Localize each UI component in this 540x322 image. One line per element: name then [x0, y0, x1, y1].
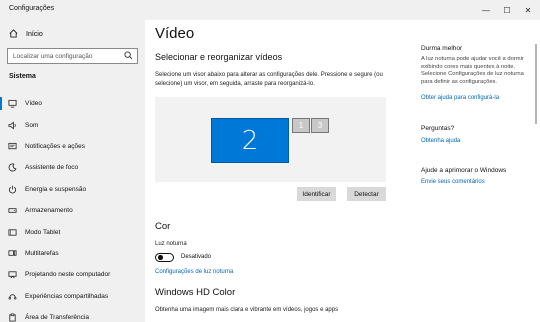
focus-moon-icon [8, 163, 17, 172]
search-icon [124, 51, 133, 62]
notifications-icon [8, 142, 17, 151]
sidebar-item-multitasking[interactable]: Multitarefas [0, 243, 145, 264]
sidebar-item-label: Assistente de foco [25, 164, 79, 172]
title-bar: Configurações — ☐ ✕ [0, 0, 540, 20]
speaker-icon [8, 121, 17, 130]
window-title: Configurações [9, 5, 55, 12]
sidebar-item-label: Área de Transferência [25, 314, 89, 322]
toggle-knob [158, 255, 163, 260]
sidebar-item-label: Experiências compartilhadas [25, 292, 109, 300]
shared-icon [8, 292, 17, 301]
sidebar-item-label: Som [25, 121, 39, 129]
night-light-state: Desativado [181, 254, 212, 260]
display-1-tile[interactable]: 1 [292, 118, 310, 133]
sidebar: Início Localizar uma configuração Sistem… [0, 20, 145, 322]
nav-list: Vídeo Som Notificações e ações Assistent… [0, 93, 145, 322]
sidebar-item-projecting[interactable]: Projetando neste computador [0, 264, 145, 285]
storage-icon [8, 206, 17, 215]
get-help-link[interactable]: Obtenha ajuda [421, 138, 460, 144]
detect-button[interactable]: Detectar [347, 187, 386, 201]
search-input[interactable]: Localizar uma configuração [7, 48, 138, 64]
section-title: Sistema [9, 73, 36, 80]
scrollbar-thumb[interactable] [535, 44, 537, 124]
sidebar-item-notifications[interactable]: Notificações e ações [0, 136, 145, 157]
sidebar-item-tablet-mode[interactable]: Modo Tablet [0, 221, 145, 242]
multitask-icon [8, 249, 17, 258]
display-arrangement-area[interactable]: 2 1 3 [155, 97, 386, 182]
home-link[interactable]: Início [9, 29, 43, 40]
sidebar-item-label: Notificações e ações [25, 142, 85, 150]
arrange-displays-heading: Selecionar e reorganizar vídeos [155, 52, 283, 62]
display-3-tile[interactable]: 3 [311, 118, 329, 133]
sleep-text: A luz noturna pode ajudar você a dormir … [421, 56, 524, 85]
page-title: Vídeo [155, 25, 195, 42]
tablet-icon [8, 228, 17, 237]
sidebar-item-shared-experiences[interactable]: Experiências compartilhadas [0, 286, 145, 307]
setup-help-link[interactable]: Obter ajuda para configurá-la [421, 95, 499, 101]
minimize-button[interactable]: — [477, 0, 495, 20]
clipboard-icon [8, 313, 17, 322]
home-icon [9, 29, 18, 40]
color-heading: Cor [155, 221, 171, 232]
arrange-displays-description: Selecione um visor abaixo para alterar a… [155, 72, 383, 87]
scrollbar[interactable] [532, 20, 540, 322]
night-light-toggle[interactable] [155, 253, 174, 262]
display-2-tile[interactable]: 2 [211, 118, 289, 163]
home-label: Início [26, 31, 43, 38]
sleep-heading: Durma melhor [421, 45, 463, 52]
sidebar-item-label: Modo Tablet [25, 228, 61, 236]
maximize-button[interactable]: ☐ [498, 0, 516, 20]
sidebar-item-video[interactable]: Vídeo [0, 93, 145, 114]
feedback-link[interactable]: Envie seus comentários [421, 179, 485, 185]
sidebar-item-label: Armazenamento [25, 207, 73, 215]
power-icon [8, 185, 17, 194]
sidebar-item-sound[interactable]: Som [0, 114, 145, 135]
sidebar-item-power[interactable]: Energia e suspensão [0, 179, 145, 200]
search-placeholder: Localizar uma configuração [13, 52, 93, 60]
sidebar-item-storage[interactable]: Armazenamento [0, 200, 145, 221]
sidebar-item-focus-assist[interactable]: Assistente de foco [0, 157, 145, 178]
night-light-label: Luz noturna [155, 241, 187, 247]
improve-windows-heading: Ajude a aprimorar o Windows [421, 167, 507, 174]
night-light-settings-link[interactable]: Configurações de luz noturna [155, 269, 233, 275]
sidebar-item-label: Energia e suspensão [25, 185, 87, 193]
monitor-icon [8, 99, 17, 108]
sidebar-item-clipboard[interactable]: Área de Transferência [0, 307, 145, 322]
sidebar-item-label: Multitarefas [25, 249, 59, 257]
identify-button[interactable]: Identificar [297, 187, 336, 201]
sidebar-item-label: Vídeo [25, 100, 42, 108]
close-button[interactable]: ✕ [519, 0, 537, 20]
questions-heading: Perguntas? [421, 125, 455, 132]
sidebar-item-label: Projetando neste computador [25, 271, 111, 279]
hdr-description: Obtenha uma imagem mais clara e vibrante… [155, 307, 339, 313]
projector-icon [8, 270, 17, 279]
hdr-heading: Windows HD Color [155, 287, 236, 298]
